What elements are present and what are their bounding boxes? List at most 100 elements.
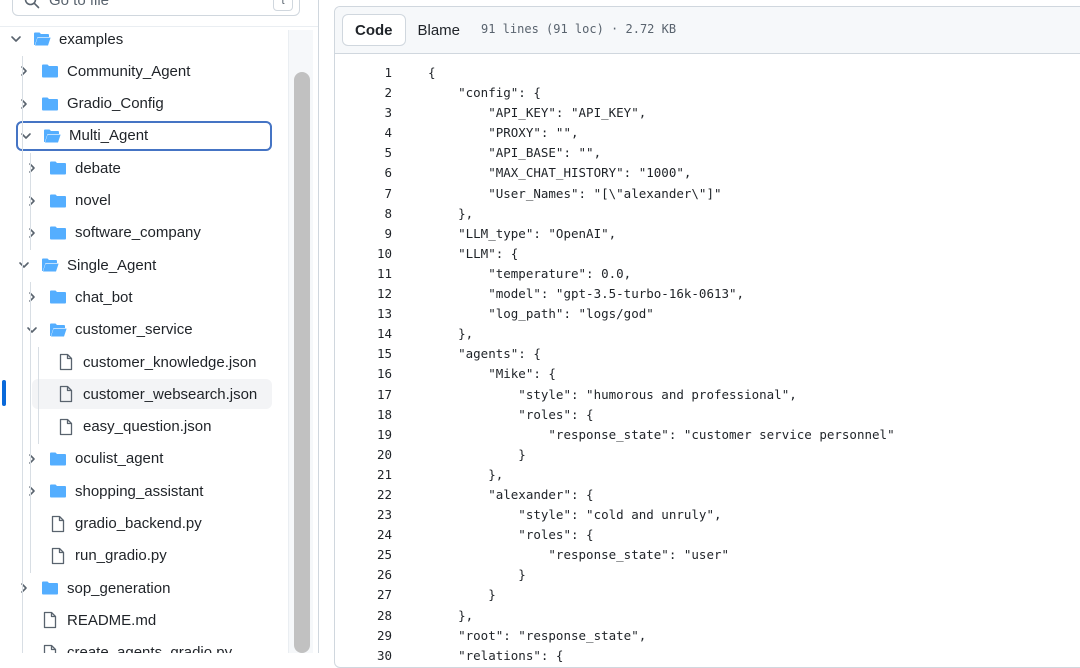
tree-folder-item[interactable]: oculist_agent: [24, 444, 272, 474]
tree-folder-item[interactable]: customer_service: [24, 315, 272, 345]
line-number[interactable]: 6: [335, 163, 392, 183]
code-text: "log_path": "logs/god": [428, 306, 654, 322]
line-number[interactable]: 9: [335, 224, 392, 244]
line-number[interactable]: 23: [335, 505, 392, 525]
code-tab[interactable]: Code: [342, 14, 406, 46]
tree-item-label: README.md: [67, 611, 157, 629]
code-text: "temperature": 0.0,: [428, 265, 632, 281]
line-number[interactable]: 10: [335, 244, 392, 264]
line-number[interactable]: 1: [335, 63, 392, 83]
line-number[interactable]: 17: [335, 385, 392, 405]
tree-folder-item[interactable]: shopping_assistant: [24, 476, 272, 506]
line-number[interactable]: 29: [335, 626, 392, 646]
folder-open-icon: [49, 321, 67, 339]
tree-item-label: software_company: [75, 224, 201, 242]
code-line: 17 "style": "humorous and professional",: [335, 385, 1080, 405]
folder-icon: [49, 288, 67, 306]
code-line: 19 "response_state": "customer service p…: [335, 425, 1080, 445]
line-number[interactable]: 26: [335, 565, 392, 585]
tree-item-label: gradio_backend.py: [75, 515, 202, 532]
code-line: 18 "roles": {: [335, 405, 1080, 425]
tree-indent-guide: [30, 153, 31, 251]
code-text: "User_Names": "[\"alexander\"]": [428, 185, 722, 201]
code-text: "LLM_type": "OpenAI",: [428, 225, 617, 241]
code-text: "response_state": "user": [428, 547, 730, 563]
line-number[interactable]: 19: [335, 425, 392, 445]
line-number[interactable]: 13: [335, 304, 392, 324]
chevron-right-icon[interactable]: [24, 193, 40, 209]
tree-folder-item[interactable]: Multi_Agent: [16, 120, 272, 151]
line-number[interactable]: 11: [335, 264, 392, 284]
tree-folder-item[interactable]: chat_bot: [24, 282, 272, 312]
code-line: 3 "API_KEY": "API_KEY",: [335, 103, 1080, 123]
current-file-marker: [2, 380, 6, 406]
line-number[interactable]: 20: [335, 445, 392, 465]
line-number[interactable]: 12: [335, 284, 392, 304]
line-number[interactable]: 16: [335, 364, 392, 384]
code-viewer: Code Blame 91 lines (91 loc) · 2.72 KB 1…: [334, 6, 1080, 668]
file-icon: [41, 644, 59, 653]
line-number[interactable]: 3: [335, 103, 392, 123]
chevron-right-icon[interactable]: [16, 96, 32, 112]
chevron-down-icon[interactable]: [18, 128, 34, 144]
tree-folder-item[interactable]: Gradio_Config: [16, 89, 272, 119]
tree-folder-item[interactable]: Single_Agent: [16, 250, 272, 280]
line-number[interactable]: 24: [335, 525, 392, 545]
tree-folder-item[interactable]: software_company: [24, 218, 272, 248]
go-to-file-input[interactable]: Go to file t: [12, 0, 300, 16]
tree-file-item[interactable]: run_gradio.py: [24, 541, 272, 571]
tree-folder-item[interactable]: debate: [24, 153, 272, 183]
line-number[interactable]: 18: [335, 405, 392, 425]
chevron-right-icon[interactable]: [24, 483, 40, 499]
tree-file-item[interactable]: create_agents_gradio.py: [16, 638, 272, 653]
chevron-right-icon[interactable]: [16, 63, 32, 79]
tree-scrollbar-thumb[interactable]: [294, 72, 310, 653]
line-number[interactable]: 28: [335, 606, 392, 626]
line-number[interactable]: 22: [335, 485, 392, 505]
code-line: 25 "response_state": "user": [335, 545, 1080, 565]
tree-item-label: chat_bot: [75, 288, 133, 306]
chevron-right-icon[interactable]: [24, 451, 40, 467]
file-meta: 91 lines (91 loc) · 2.72 KB: [481, 22, 677, 36]
tree-file-item[interactable]: README.md: [16, 605, 272, 635]
tree-folder-item[interactable]: examples: [8, 24, 272, 54]
line-number[interactable]: 27: [335, 585, 392, 605]
chevron-right-icon[interactable]: [24, 225, 40, 241]
code-text: "Mike": {: [428, 366, 556, 382]
tree-item-label: Multi_Agent: [69, 127, 149, 145]
tree-file-item[interactable]: gradio_backend.py: [24, 509, 272, 539]
tree-file-item[interactable]: easy_question.json: [32, 412, 272, 442]
chevron-down-icon[interactable]: [8, 31, 24, 47]
line-number[interactable]: 25: [335, 545, 392, 565]
code-line: 12 "model": "gpt-3.5-turbo-16k-0613",: [335, 284, 1080, 304]
line-number[interactable]: 21: [335, 465, 392, 485]
chevron-down-icon[interactable]: [24, 322, 40, 338]
tree-item-label: debate: [75, 159, 121, 177]
line-number[interactable]: 2: [335, 83, 392, 103]
chevron-right-icon[interactable]: [24, 160, 40, 176]
line-number[interactable]: 14: [335, 324, 392, 344]
tree-folder-item[interactable]: novel: [24, 186, 272, 216]
blame-tab[interactable]: Blame: [406, 14, 473, 46]
code-text: "PROXY": "",: [428, 125, 579, 141]
line-number[interactable]: 15: [335, 344, 392, 364]
tree-file-item[interactable]: customer_knowledge.json: [32, 347, 272, 377]
line-number[interactable]: 7: [335, 184, 392, 204]
line-number[interactable]: 5: [335, 143, 392, 163]
code-line: 20 }: [335, 445, 1080, 465]
chevron-right-icon[interactable]: [16, 580, 32, 596]
line-number[interactable]: 8: [335, 204, 392, 224]
chevron-down-icon[interactable]: [16, 257, 32, 273]
tree-item-label: Community_Agent: [67, 62, 191, 80]
chevron-right-icon[interactable]: [24, 289, 40, 305]
line-number[interactable]: 4: [335, 123, 392, 143]
line-number[interactable]: 30: [335, 646, 392, 666]
code-line: 30 "relations": {: [335, 646, 1080, 666]
code-text: "API_BASE": "",: [428, 145, 602, 161]
tree-file-item[interactable]: customer_websearch.json: [32, 379, 272, 410]
code-text: "style": "cold and unruly",: [428, 507, 722, 523]
tree-folder-item[interactable]: Community_Agent: [16, 56, 272, 86]
tree-folder-item[interactable]: sop_generation: [16, 573, 272, 603]
